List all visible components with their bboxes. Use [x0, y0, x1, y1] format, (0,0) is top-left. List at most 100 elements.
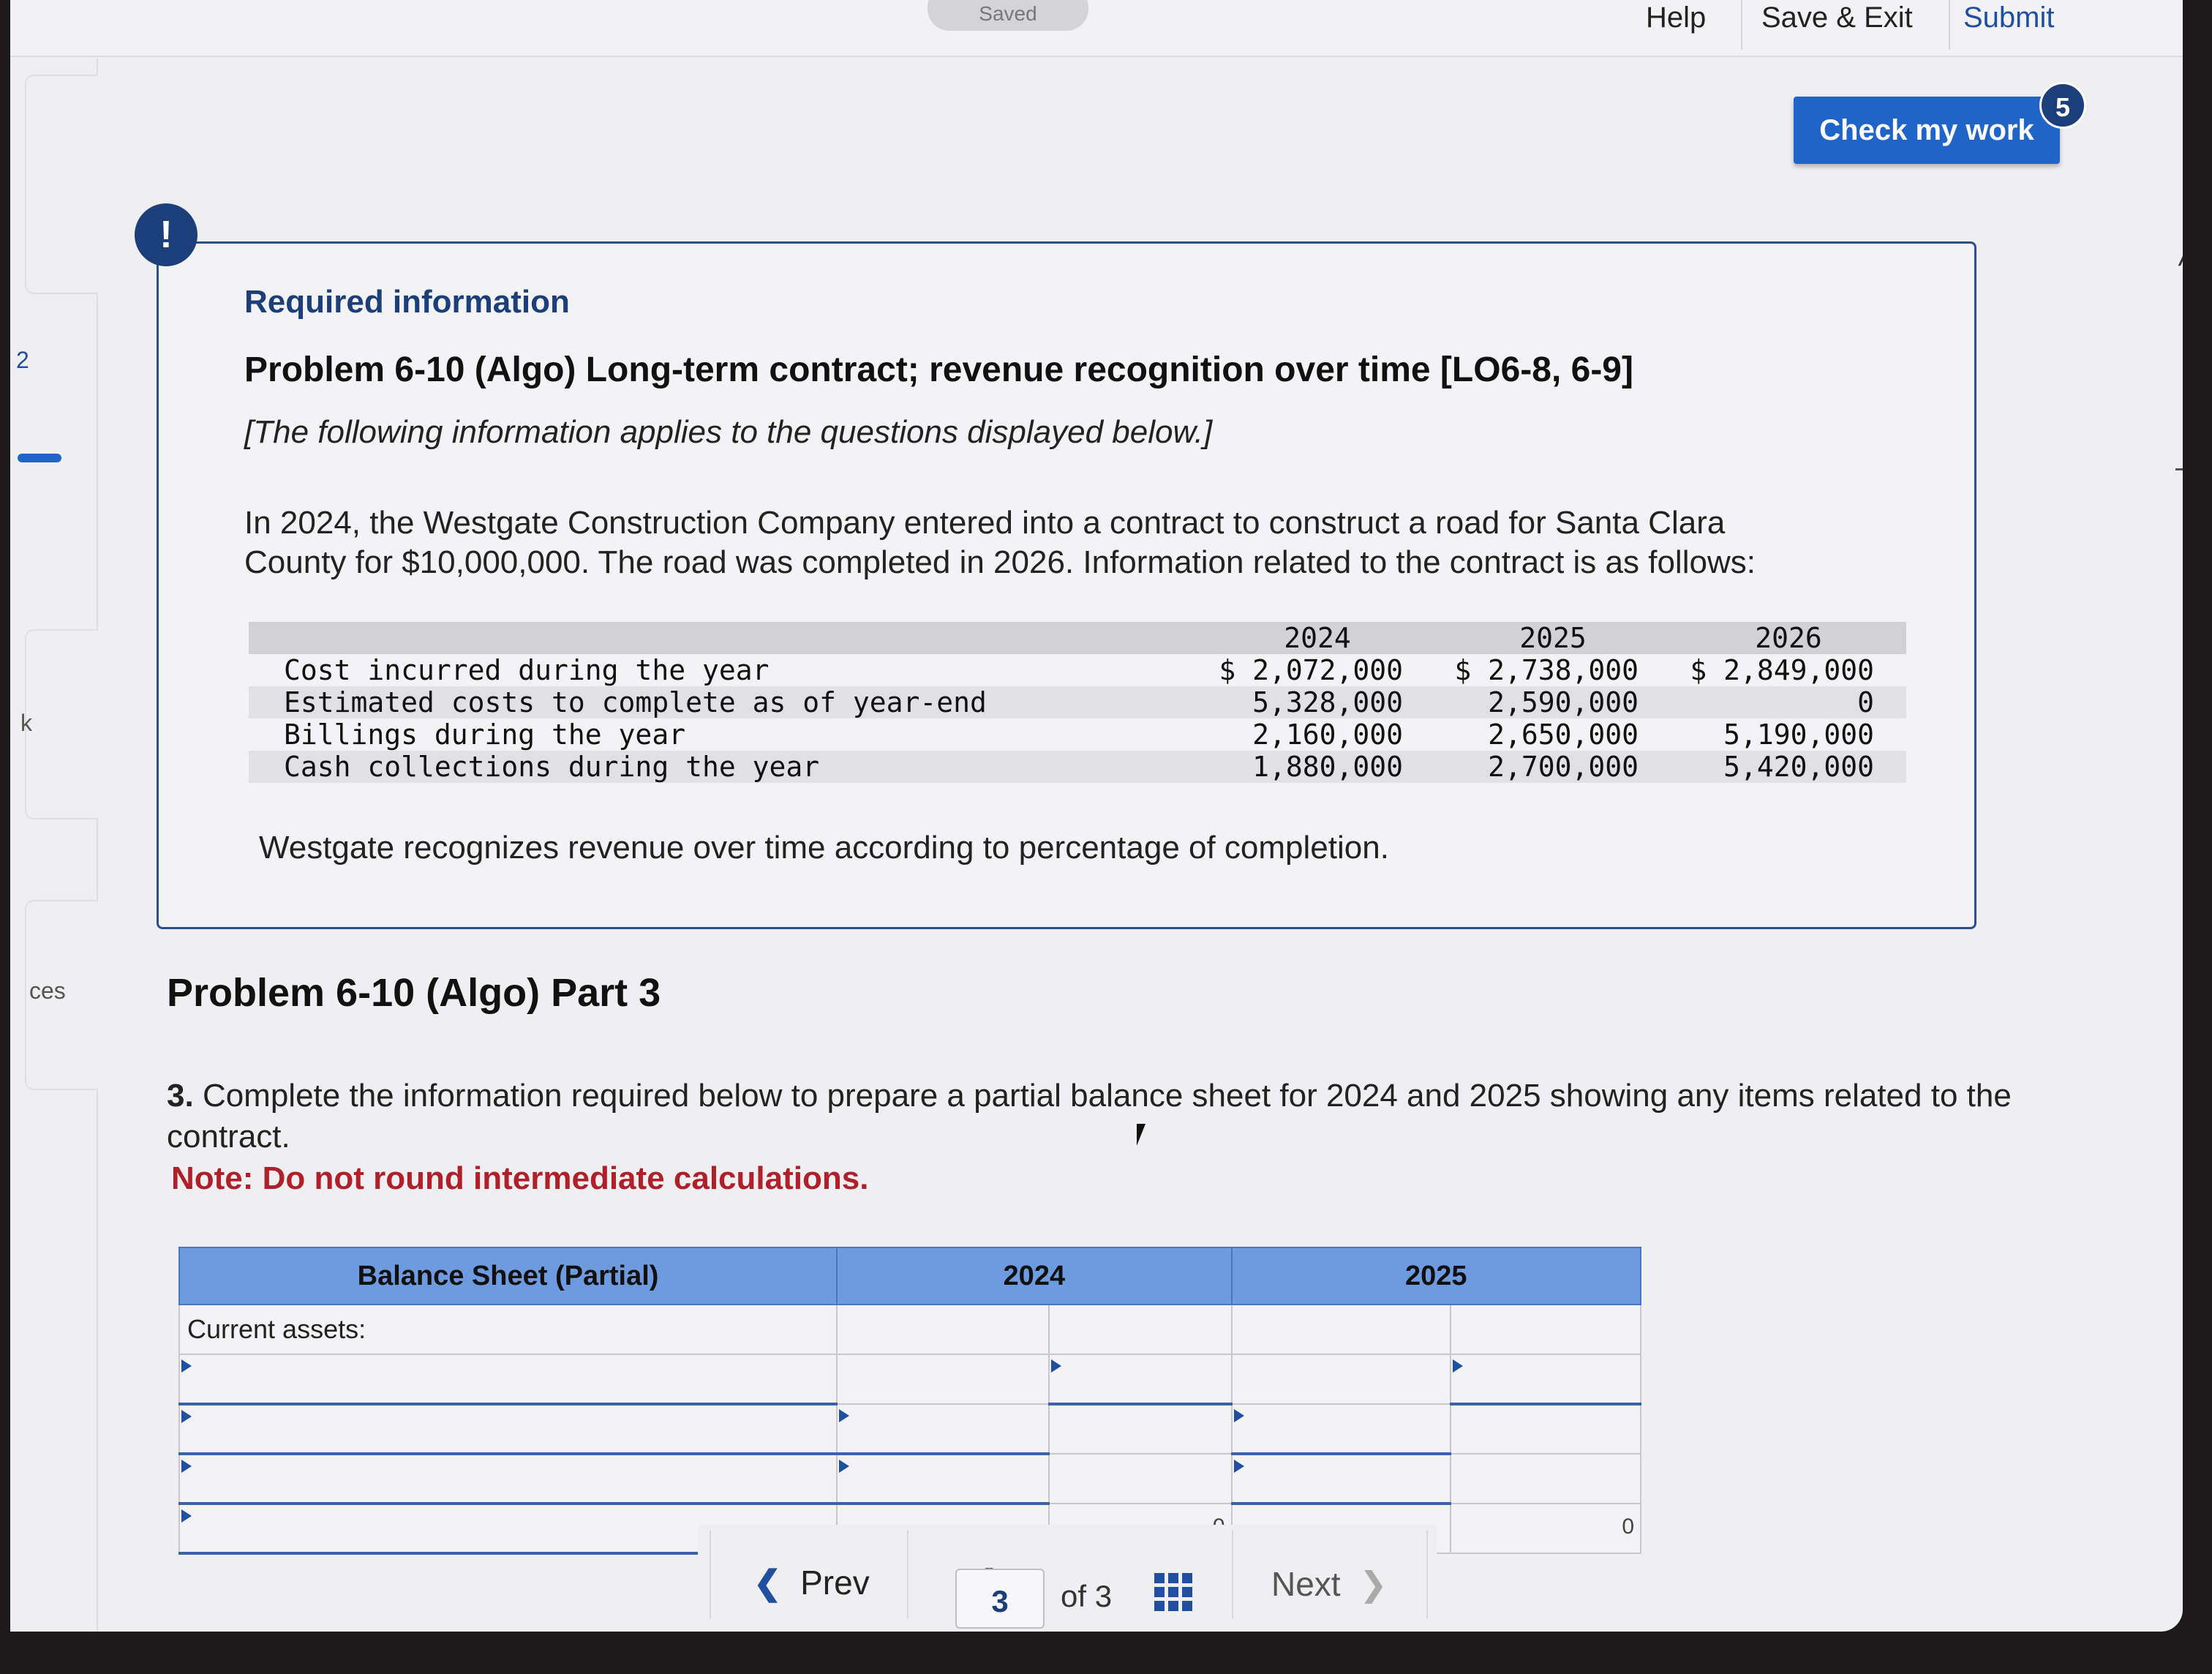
nav-divider [710, 1531, 711, 1618]
rail-question-number[interactable]: 2 [16, 347, 29, 374]
bs-amount-cell-2025[interactable] [1450, 1354, 1641, 1405]
dropdown-marker-icon [181, 1410, 192, 1423]
bs-cell [836, 1304, 1050, 1355]
right-edge-rule [2175, 468, 2183, 470]
amount-2025-input[interactable] [1232, 1455, 1451, 1502]
cell-value: 1,880,000 [1200, 751, 1435, 783]
cell-value: 0 [1671, 686, 1906, 718]
bs-cell [1047, 1453, 1233, 1504]
question-body: Complete the information required below … [167, 1078, 2012, 1155]
year-header: 2026 [1671, 622, 1906, 654]
bs-amount-cell-2025[interactable] [1230, 1453, 1452, 1505]
topbar-divider [1741, 0, 1742, 50]
amount-2024-input[interactable] [838, 1405, 1048, 1452]
bs-account-dropdown[interactable] [178, 1403, 838, 1455]
top-bar: Saved Help Save & Exit Submit [10, 0, 2183, 57]
row-label: Estimated costs to complete as of year-e… [249, 686, 1200, 718]
question-grid-icon[interactable] [1154, 1573, 1192, 1611]
part-title: Problem 6-10 (Algo) Part 3 [167, 971, 661, 1015]
nav-divider [1232, 1531, 1233, 1618]
bs-amount-cell-2024[interactable] [836, 1403, 1050, 1455]
bs-amount-cell-2024[interactable] [836, 1453, 1050, 1505]
cell-value: 5,420,000 [1671, 751, 1906, 783]
bs-amount-cell-2025[interactable] [1230, 1403, 1452, 1455]
bs-cell [1047, 1304, 1233, 1355]
footer-navigation: ❮ Prev ⚭ 3 of 3 Next ❯ [698, 1525, 1437, 1629]
bs-cell [1230, 1354, 1452, 1405]
amount-2024-input[interactable] [1049, 1355, 1231, 1403]
save-exit-link[interactable]: Save & Exit [1761, 1, 1913, 34]
bs-row: Current assets: [178, 1304, 1641, 1355]
dropdown-marker-icon [181, 1460, 192, 1473]
dropdown-marker-icon [839, 1409, 850, 1422]
rail-progress-bar [18, 454, 61, 462]
cell-value: 2,700,000 [1435, 751, 1671, 783]
bs-cell [1450, 1304, 1641, 1355]
chevron-right-icon: ❯ [1359, 1565, 1388, 1603]
rounding-note: Note: Do not round intermediate calculat… [171, 1160, 869, 1196]
chevron-left-icon: ❮ [753, 1564, 782, 1602]
total-2025-value: 0 [1622, 1515, 1634, 1539]
bs-header-title: Balance Sheet (Partial) [178, 1247, 838, 1305]
dropdown-marker-icon [1233, 1460, 1244, 1473]
cell-value: 5,190,000 [1723, 718, 1874, 751]
intro-line: County for $10,000,000. The road was com… [244, 544, 1756, 580]
rail-card[interactable] [25, 629, 98, 819]
year-header: 2024 [1200, 622, 1435, 654]
bs-account-dropdown[interactable] [178, 1354, 838, 1405]
bs-cell [836, 1354, 1050, 1405]
dropdown-marker-icon [1233, 1409, 1244, 1422]
attempts-badge: 5 [2039, 82, 2086, 129]
row-label: Billings during the year [284, 718, 686, 751]
problem-title: Problem 6-10 (Algo) Long-term contract; … [244, 350, 1633, 389]
submit-link[interactable]: Submit [1963, 1, 2055, 34]
rail-card[interactable] [25, 75, 98, 294]
year-header: 2025 [1435, 622, 1671, 654]
required-info-heading: Required information [244, 284, 570, 320]
bs-account-dropdown[interactable] [178, 1453, 838, 1505]
rail-label: k [20, 710, 32, 736]
amount-2024-input[interactable] [838, 1455, 1048, 1502]
prev-button[interactable]: ❮ Prev [753, 1563, 870, 1602]
table-row: Estimated costs to complete as of year-e… [249, 686, 1906, 718]
rail-label-references[interactable]: ces [29, 977, 66, 1005]
applies-note: [The following information applies to th… [244, 414, 1213, 450]
bs-cell [1450, 1453, 1641, 1504]
cell-value: $ 2,072,000 [1219, 654, 1403, 686]
dropdown-marker-icon [181, 1509, 192, 1523]
topbar-divider [1949, 0, 1950, 50]
intro-paragraph: In 2024, the Westgate Construction Compa… [244, 503, 1927, 582]
saved-indicator: Saved [928, 0, 1088, 31]
cell-value: $ 2,738,000 [1454, 654, 1639, 686]
mouse-cursor-icon [1137, 1124, 1146, 1146]
help-link[interactable]: Help [1646, 1, 1706, 34]
account-input[interactable] [180, 1355, 837, 1403]
question-nav-rail: 2 k ces [10, 59, 98, 1632]
cell-value: $ 2,849,000 [1690, 654, 1874, 686]
bs-header-2024: 2024 [836, 1247, 1233, 1305]
table-header-blank [249, 622, 1200, 654]
bs-row [178, 1403, 1641, 1455]
dropdown-marker-icon [181, 1359, 192, 1373]
dropdown-marker-icon [839, 1460, 850, 1473]
cell-value: 2,590,000 [1435, 686, 1671, 718]
next-button[interactable]: Next ❯ [1271, 1564, 1388, 1604]
amount-2025-input[interactable] [1451, 1355, 1640, 1403]
table-row: Cost incurred during the year $ 2,072,00… [249, 654, 1906, 686]
question-text: 3. Complete the information required bel… [167, 1076, 2069, 1157]
bs-row [178, 1453, 1641, 1505]
amount-2025-input[interactable] [1232, 1405, 1451, 1452]
current-assets-label: Current assets: [178, 1304, 838, 1355]
bs-row [178, 1354, 1641, 1405]
right-edge-text: /e [2180, 240, 2183, 273]
account-input[interactable] [180, 1405, 837, 1452]
row-label: Cash collections during the year [249, 751, 1200, 783]
check-my-work-button[interactable]: Check my work [1794, 97, 2060, 164]
page-number-box[interactable]: 3 [955, 1569, 1045, 1629]
contract-info-table: 2024 2025 2026 Cost incurred during the … [249, 622, 1906, 783]
bs-total-2025: 0 [1450, 1503, 1641, 1554]
bs-amount-cell-2024[interactable] [1047, 1354, 1233, 1405]
bs-cell [1230, 1304, 1452, 1355]
account-input[interactable] [180, 1455, 837, 1502]
table-header-row: 2024 2025 2026 [249, 622, 1906, 654]
